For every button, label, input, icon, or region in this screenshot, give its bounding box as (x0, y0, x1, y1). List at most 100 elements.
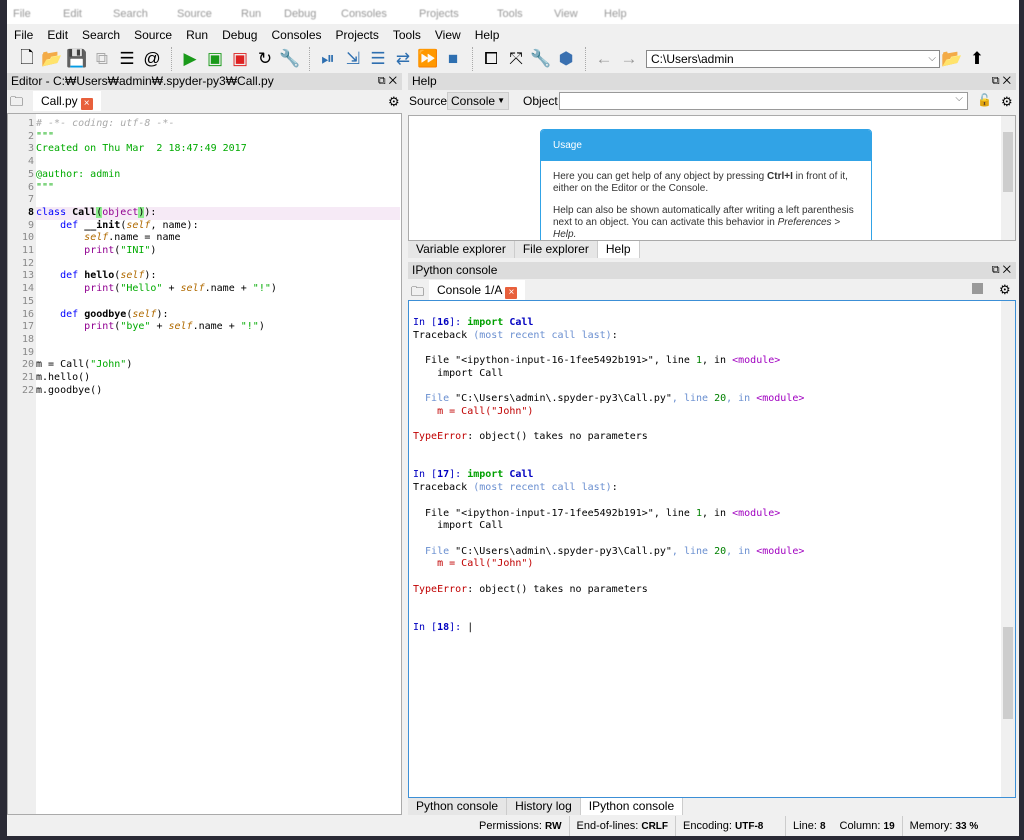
gear-icon[interactable]: ⚙ (1001, 94, 1013, 110)
tab-variable-explorer[interactable]: Variable explorer (408, 241, 515, 258)
tab-file-explorer[interactable]: File explorer (514, 241, 598, 258)
fullscreen-icon[interactable]: ⤧ (504, 47, 528, 71)
line-number: 10 (21, 232, 34, 244)
line-number: 13 (21, 270, 34, 282)
gear-icon[interactable]: ⚙ (388, 94, 400, 110)
tab-console-1a[interactable]: Console 1/A × (429, 280, 526, 300)
menu-projects[interactable]: Projects (329, 26, 386, 44)
python-path-icon[interactable]: ⬢ (554, 47, 578, 71)
debug-step-into-icon[interactable]: ⇲ (341, 47, 365, 71)
debug-continue-fast-icon[interactable]: ⏩ (416, 47, 440, 71)
debug-continue-icon[interactable]: ⇄ (391, 47, 415, 71)
code-token: File (413, 393, 456, 405)
preferences-wrench-icon[interactable]: 🔧 (529, 47, 553, 71)
at-sign-icon[interactable]: @ (140, 47, 164, 71)
chevron-down-icon[interactable]: ⌵ (955, 93, 963, 104)
source-select[interactable]: Console ▼ (447, 92, 509, 110)
code-token: object (102, 206, 139, 218)
code-token: Call (509, 469, 534, 481)
pane-controls: ⧉ ✕ (378, 73, 397, 90)
debug-stop-icon[interactable]: ■ (441, 47, 465, 71)
browse-tabs-icon[interactable]: 🗀 (10, 93, 23, 115)
menu-source[interactable]: Source (127, 26, 179, 44)
run-icon[interactable]: ▶ (178, 47, 202, 71)
code-line: 8 class Call(object)): (8, 206, 400, 220)
debug-step-return-icon[interactable]: ☰ (366, 47, 390, 71)
tab-history-log[interactable]: History log (507, 798, 581, 815)
console-scrollbar[interactable] (1001, 301, 1015, 797)
line-number: 17 (21, 321, 34, 333)
main-toolbar: 🗋 📂 💾 ⧉ ☰ @ ▶ ▣ ▣ ↻ 🔧 ⏯ ⇲ ☰ ⇄ ⏩ ■ ⧠ ⤧ 🔧 … (7, 45, 1019, 73)
close-icon[interactable]: ✕ (1003, 264, 1011, 276)
code-line: 9 def __init(self, name): (8, 220, 400, 233)
ipython-console-output[interactable]: In [16]: import Call Traceback (most rece… (408, 300, 1016, 798)
forward-arrow-icon[interactable]: → (617, 47, 641, 71)
save-icon[interactable]: 💾 (65, 47, 89, 71)
close-icon[interactable]: ✕ (1003, 75, 1011, 87)
stop-kernel-icon[interactable] (972, 283, 983, 294)
open-folder-icon[interactable]: 📂 (40, 47, 64, 71)
undock-icon[interactable]: ⧉ (378, 75, 386, 87)
code-token: Call("John") (461, 405, 534, 417)
menu-run[interactable]: Run (179, 26, 215, 44)
code-token: m.hello() (36, 372, 91, 383)
text: Here you can get help of any object by p… (553, 171, 768, 182)
undock-icon[interactable]: ⧉ (992, 264, 1000, 276)
run-cell-icon[interactable]: ▣ (203, 47, 227, 71)
code-token: self (168, 321, 193, 333)
code-editor[interactable]: 1 # -*- coding: utf-8 -*- 2 """ 3 Created on … (7, 113, 402, 815)
code-line: 13 def hello(self): (8, 270, 400, 283)
working-directory-input[interactable]: C:\Users\admin ⌵ (646, 50, 940, 68)
code-token: ) (258, 321, 265, 333)
code-token: , in (726, 545, 757, 557)
code-token: "!" (252, 283, 271, 295)
code-token: : object() takes no parameters (467, 583, 648, 595)
code-token: + (162, 283, 181, 295)
code-token: hello (84, 270, 115, 282)
tab-help[interactable]: Help (597, 241, 640, 258)
console-line: Traceback (most recent call last): (413, 482, 618, 495)
menu-search[interactable]: Search (75, 26, 127, 44)
tab-call-py[interactable]: Call.py × (33, 91, 101, 111)
rerun-icon[interactable]: ↻ (253, 47, 277, 71)
menu-debug[interactable]: Debug (215, 26, 264, 44)
save-all-icon[interactable]: ⧉ (90, 47, 114, 71)
chevron-down-icon[interactable]: ⌵ (928, 51, 936, 67)
usage-paragraph-1: Here you can get help of any object by p… (541, 171, 871, 195)
tab-ipython-console[interactable]: IPython console (580, 798, 684, 815)
menu-help[interactable]: Help (468, 26, 507, 44)
browse-folder-icon[interactable]: 📂 (940, 47, 964, 71)
maximize-pane-icon[interactable]: ⧠ (479, 47, 503, 71)
code-token: : object() takes no parameters (467, 431, 648, 443)
close-icon[interactable]: ✕ (389, 75, 397, 87)
debug-step-icon[interactable]: ⏯ (316, 47, 340, 71)
new-file-icon[interactable]: 🗋 (15, 47, 39, 71)
code-token: __init (84, 219, 121, 231)
code-token: self (126, 219, 151, 231)
close-tab-icon[interactable]: × (80, 98, 93, 110)
code-line: 5 @author: admin (8, 169, 400, 182)
value: 33 % (955, 821, 979, 832)
ghost-menu-item: View (554, 8, 578, 20)
close-tab-icon[interactable]: × (505, 287, 518, 299)
menu-edit[interactable]: Edit (40, 26, 75, 44)
help-scrollbar[interactable] (1001, 116, 1015, 240)
eol-status: End-of-lines: CRLF (570, 816, 677, 836)
run-settings-icon[interactable]: 🔧 (278, 47, 302, 71)
menu-file[interactable]: File (7, 26, 40, 44)
gear-icon[interactable]: ⚙ (999, 282, 1011, 298)
outline-list-icon[interactable]: ☰ (115, 47, 139, 71)
run-cell-advance-icon[interactable]: ▣ (228, 47, 252, 71)
line-number: 7 (27, 194, 34, 206)
menu-consoles[interactable]: Consoles (264, 26, 328, 44)
menu-tools[interactable]: Tools (386, 26, 428, 44)
ghost-menu-item: Consoles (341, 8, 387, 20)
object-input[interactable]: ⌵ (559, 92, 968, 110)
menu-view[interactable]: View (428, 26, 468, 44)
lock-icon[interactable]: 🔓 (977, 93, 992, 107)
parent-directory-icon[interactable]: ⬆ (965, 47, 989, 71)
back-arrow-icon[interactable]: ← (592, 47, 616, 71)
tab-python-console[interactable]: Python console (408, 798, 508, 815)
undock-icon[interactable]: ⧉ (992, 75, 1000, 87)
